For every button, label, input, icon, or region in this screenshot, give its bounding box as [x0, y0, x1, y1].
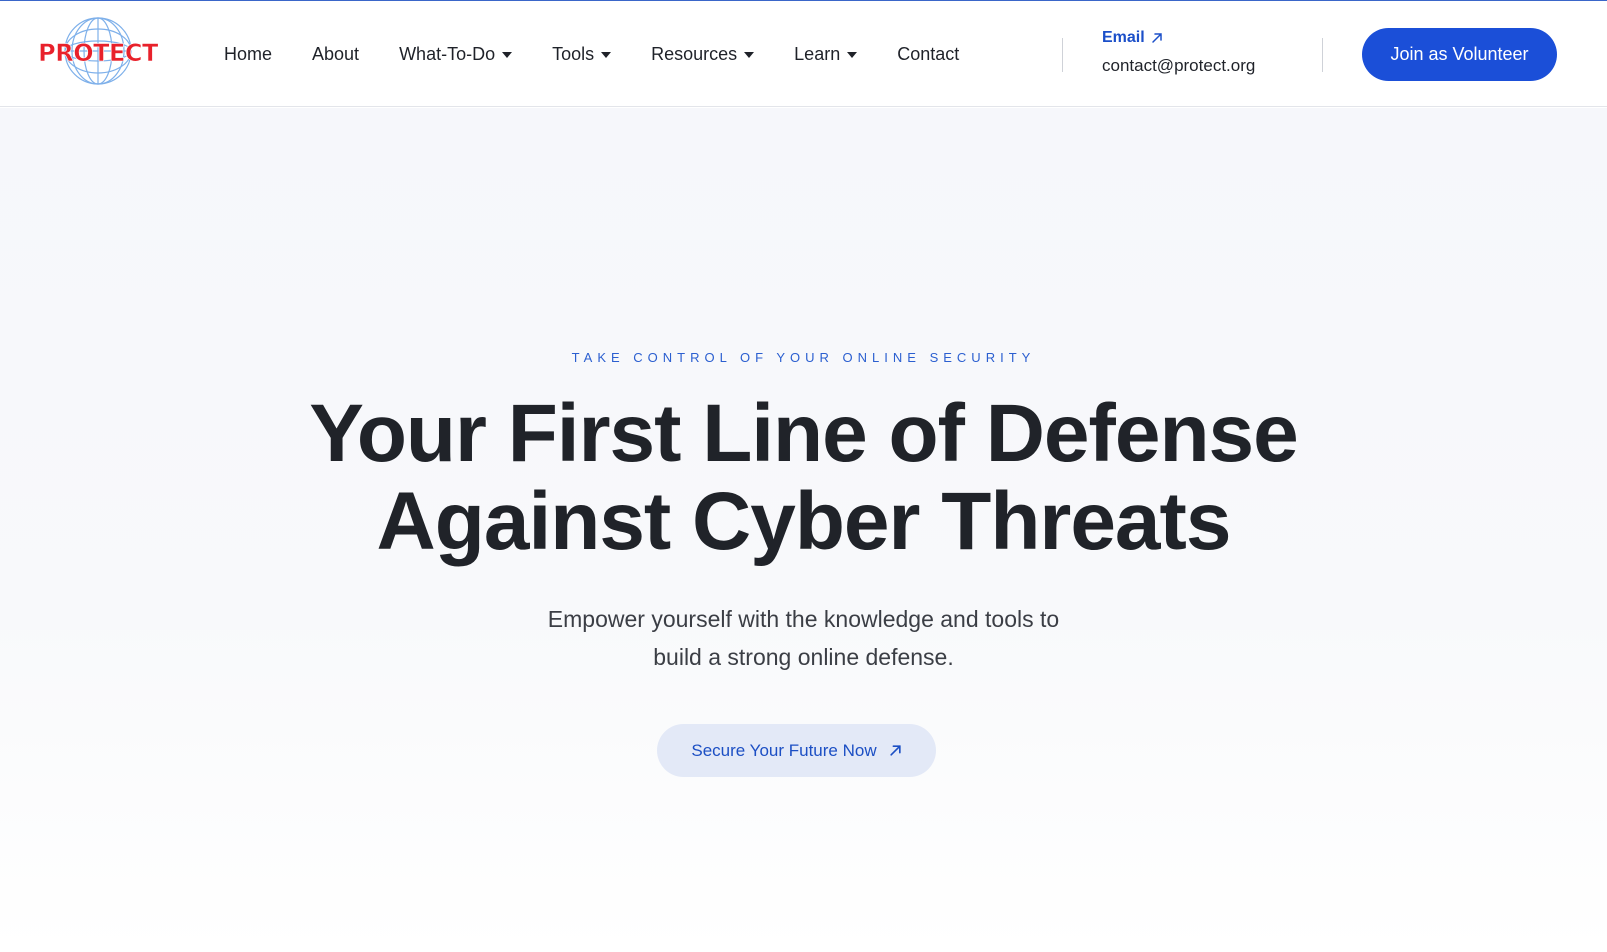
- caret-down-icon: [601, 51, 612, 58]
- globe-logo-icon: PROTECT: [38, 17, 160, 85]
- secure-future-button[interactable]: Secure Your Future Now: [657, 724, 936, 777]
- email-link[interactable]: Email: [1102, 29, 1255, 47]
- caret-down-icon: [744, 51, 755, 58]
- nav-item-what-to-do[interactable]: What-To-Do: [399, 43, 513, 65]
- nav-item-label: Contact: [897, 43, 960, 64]
- svg-text:PROTECT: PROTECT: [38, 39, 159, 67]
- nav-item-resources[interactable]: Resources: [651, 43, 755, 65]
- header-divider: [1322, 38, 1323, 72]
- nav-item-home[interactable]: Home: [224, 44, 272, 65]
- nav-item-label: About: [312, 43, 360, 64]
- hero-subtext: Empower yourself with the knowledge and …: [480, 600, 1127, 676]
- protect-logo[interactable]: PROTECT: [36, 15, 160, 87]
- email-label: Email: [1102, 29, 1145, 46]
- nav-item-contact[interactable]: Contact: [897, 44, 959, 65]
- nav-item-learn[interactable]: Learn: [794, 43, 858, 65]
- hero-headline: Your First Line of Defense Against Cyber…: [0, 390, 1607, 566]
- nav-item-label: Learn: [794, 43, 841, 64]
- main-nav: Home About What-To-Do Tools Resources Le…: [224, 1, 999, 107]
- email-address[interactable]: contact@protect.org: [1102, 56, 1255, 76]
- nav-item-about[interactable]: About: [312, 44, 359, 65]
- caret-down-icon: [502, 51, 513, 58]
- header-divider: [1062, 38, 1063, 72]
- hero-section: TAKE CONTROL OF YOUR ONLINE SECURITY You…: [0, 108, 1607, 952]
- contact-email: Email contact@protect.org: [1102, 29, 1255, 76]
- hero-button-label: Secure Your Future Now: [691, 740, 877, 760]
- nav-item-label: Tools: [552, 43, 595, 64]
- nav-item-label: What-To-Do: [399, 43, 496, 64]
- headline-line: Your First Line of Defense: [309, 388, 1299, 479]
- site-header: PROTECT Home About What-To-Do Tools Reso…: [0, 1, 1607, 107]
- subtext-line: build a strong online defense.: [653, 644, 954, 670]
- nav-item-label: Home: [224, 43, 273, 64]
- arrow-up-right-icon: [889, 745, 901, 756]
- caret-down-icon: [847, 51, 858, 58]
- nav-item-tools[interactable]: Tools: [552, 43, 612, 65]
- headline-line: Against Cyber Threats: [376, 476, 1232, 567]
- nav-item-label: Resources: [651, 43, 738, 64]
- hero-eyebrow: TAKE CONTROL OF YOUR ONLINE SECURITY: [571, 350, 1036, 365]
- arrow-up-right-icon: [1151, 33, 1162, 43]
- subtext-line: Empower yourself with the knowledge and …: [547, 606, 1060, 632]
- join-volunteer-button[interactable]: Join as Volunteer: [1362, 28, 1557, 81]
